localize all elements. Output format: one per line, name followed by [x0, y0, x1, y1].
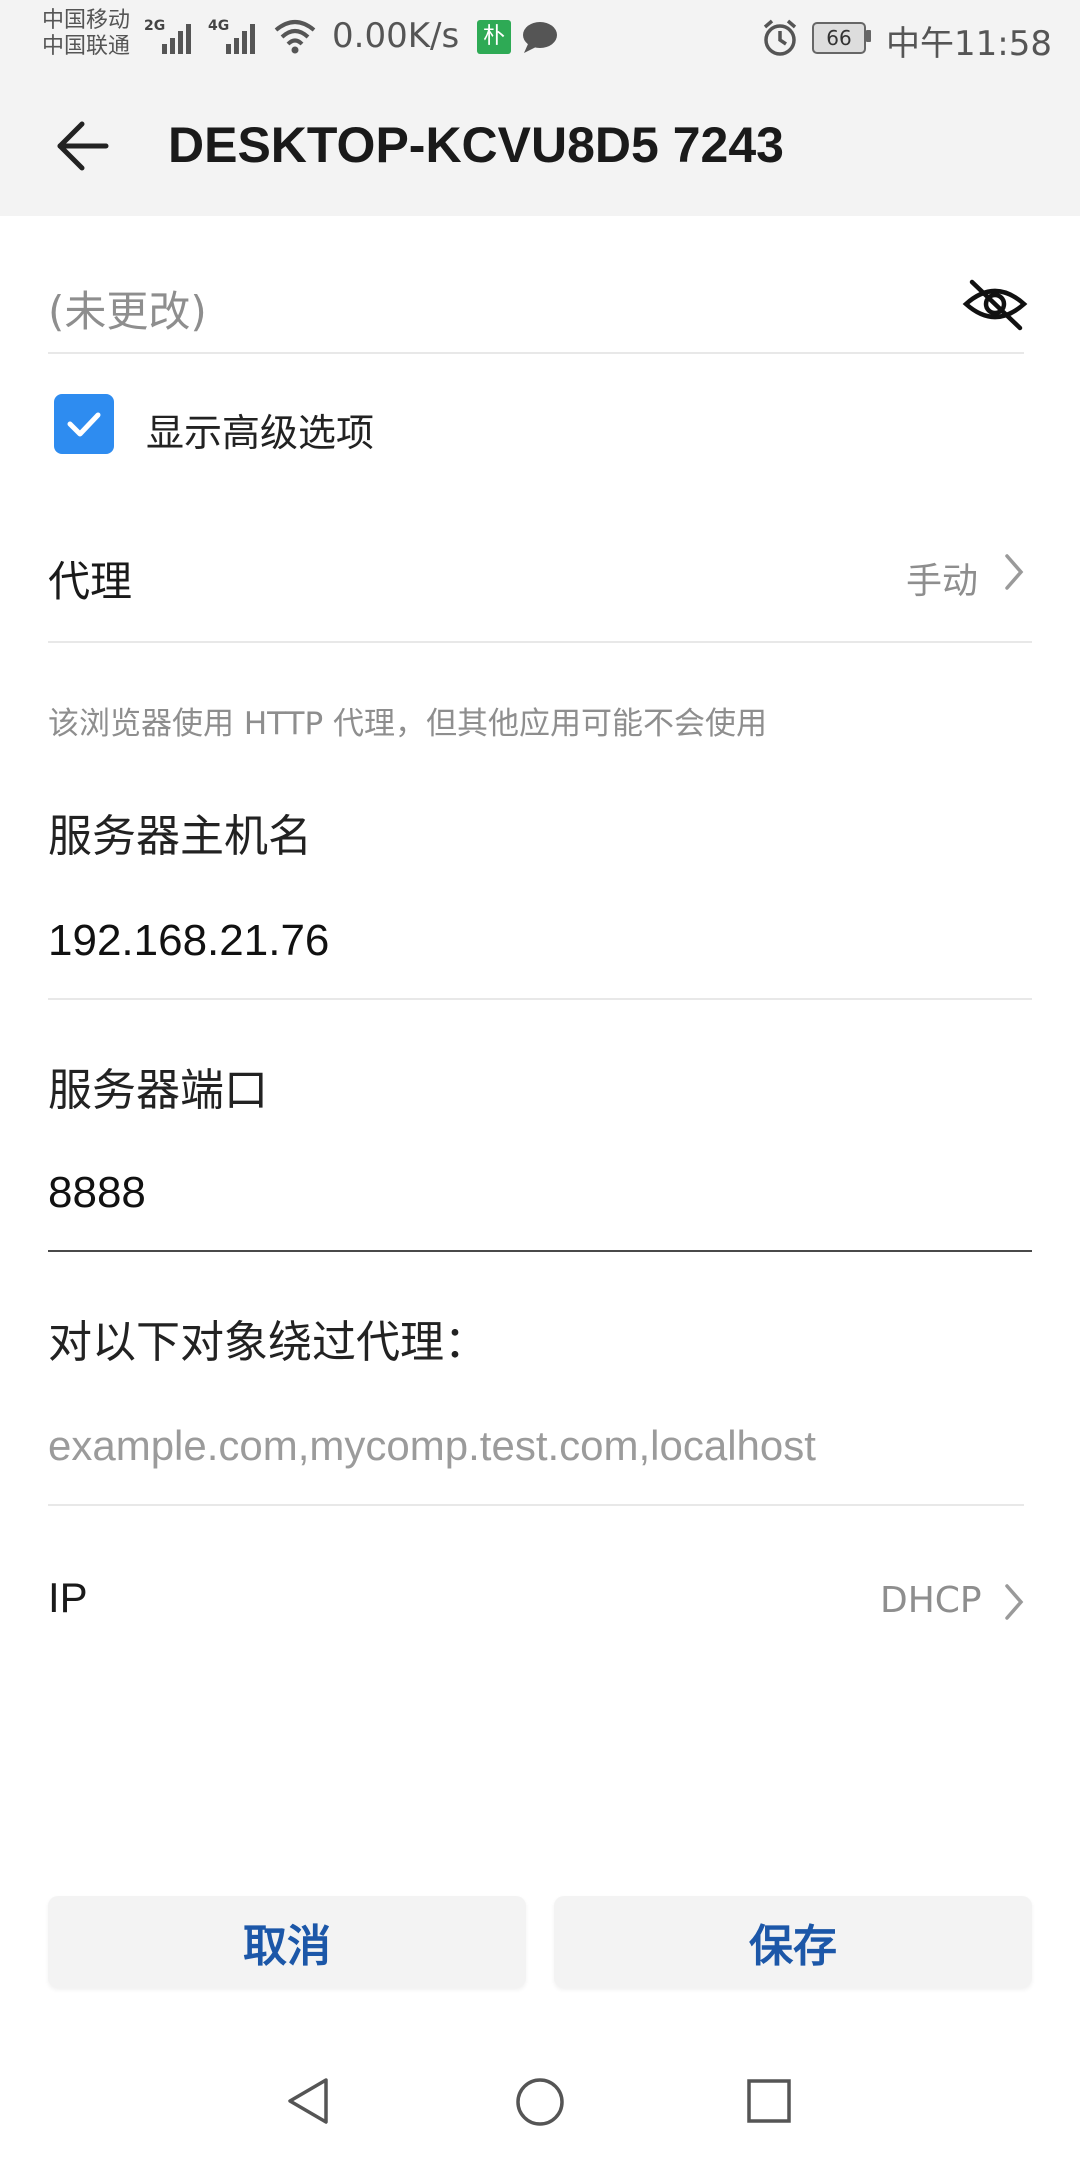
port-input[interactable]: 8888: [48, 1168, 146, 1218]
nav-home-button[interactable]: [514, 2076, 566, 2128]
carrier-2: 中国联通: [42, 34, 131, 59]
toggle-password-visibility-button[interactable]: [962, 276, 1028, 332]
proxy-value: 手动: [906, 561, 979, 602]
chevron-right-icon: [1002, 552, 1026, 592]
ip-label: IP: [48, 1574, 88, 1621]
proxy-hint: 该浏览器使用 HTTP 代理，但其他应用可能不会使用: [48, 706, 768, 742]
app-notification-icon: 朴: [477, 20, 511, 54]
ip-value: DHCP: [880, 1580, 982, 1621]
square-recents-icon: [747, 2079, 791, 2123]
alarm-icon: [760, 18, 800, 62]
nav-back-button[interactable]: [284, 2076, 334, 2126]
port-label: 服务器端口: [48, 1065, 268, 1116]
port-input-underline: [48, 1250, 1032, 1252]
divider: [48, 641, 1032, 643]
chevron-right-icon: [1002, 1582, 1026, 1622]
eye-off-icon: [962, 279, 1028, 331]
show-advanced-checkbox[interactable]: [54, 394, 114, 454]
save-button[interactable]: 保存: [554, 1896, 1032, 1988]
host-label: 服务器主机名: [48, 811, 312, 862]
bypass-label: 对以下对象绕过代理：: [48, 1317, 488, 1368]
triangle-back-icon: [288, 2078, 328, 2124]
network-speed: 0.00K/s: [332, 16, 460, 56]
page-title: DESKTOP-KCVU8D5 7243: [168, 117, 784, 173]
chat-icon: [520, 18, 560, 60]
divider: [48, 1504, 1024, 1506]
carrier-1: 中国移动: [42, 8, 131, 33]
show-advanced-label: 显示高级选项: [146, 411, 375, 455]
password-field[interactable]: (未更改): [48, 278, 207, 339]
status-time: 中午11:58: [886, 24, 1052, 64]
host-input[interactable]: 192.168.21.76: [48, 916, 329, 966]
nav-recents-button[interactable]: [744, 2076, 794, 2126]
battery-level: 66: [812, 22, 866, 54]
checkmark-icon: [67, 412, 101, 437]
carrier-info: 中国移动 中国联通: [42, 8, 130, 60]
proxy-label: 代理: [48, 557, 133, 606]
bypass-input[interactable]: example.com,mycomp.test.com,localhost: [48, 1422, 816, 1470]
circle-home-icon: [516, 2078, 564, 2126]
wifi-icon: [272, 16, 318, 60]
battery-icon: [866, 30, 871, 42]
back-arrow-icon: [57, 121, 109, 171]
divider: [48, 998, 1032, 1000]
back-button[interactable]: [40, 104, 124, 188]
cancel-button[interactable]: 取消: [48, 1896, 526, 1988]
divider: [48, 352, 1024, 354]
